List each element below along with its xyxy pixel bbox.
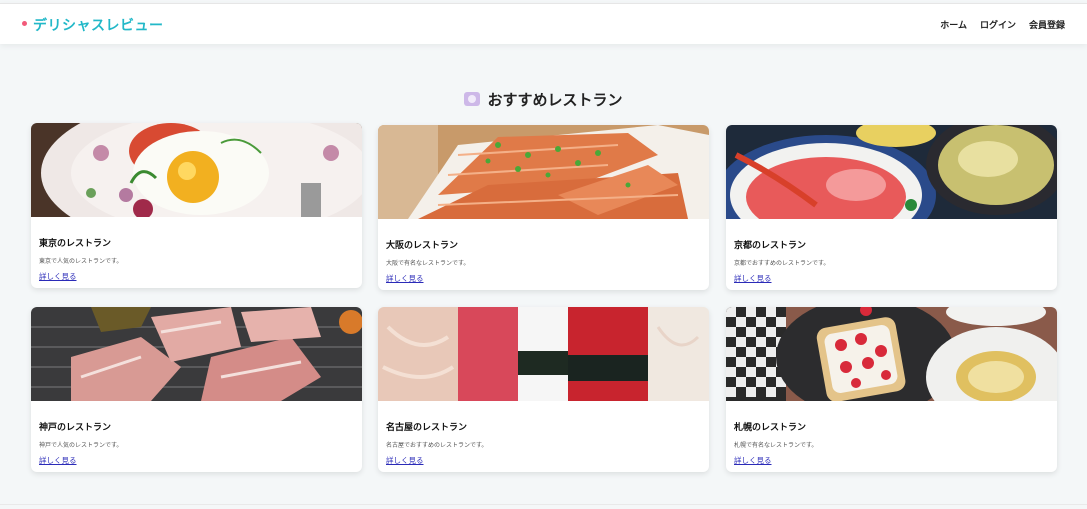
strawberry-toast-image[interactable]	[726, 307, 1057, 401]
restaurant-card[interactable]: 札幌のレストラン 札幌で有名なレストランです。 詳しく見る	[726, 307, 1057, 472]
logo-dot-icon	[22, 21, 27, 26]
details-link[interactable]: 詳しく見る	[386, 273, 424, 284]
bbq-pork-image[interactable]	[31, 307, 362, 401]
restaurant-name: 京都のレストラン	[734, 241, 807, 251]
restaurant-description: 神戸で人気のレストランです。	[39, 442, 123, 449]
nav-login-link[interactable]: ログイン	[980, 18, 1016, 31]
restaurant-name: 札幌のレストラン	[734, 423, 807, 433]
restaurant-card[interactable]: 名古屋のレストラン 名古屋でおすすめのレストランです。 詳しく見る	[378, 307, 709, 472]
details-link[interactable]: 詳しく見る	[734, 455, 772, 466]
restaurant-name: 大阪のレストラン	[386, 241, 459, 251]
restaurant-description: 京都でおすすめのレストランです。	[734, 260, 830, 267]
section-title: おすすめレストラン	[487, 90, 623, 109]
restaurant-description: 札幌で有名なレストランです。	[734, 442, 818, 449]
main-nav: ホーム ログイン 会員登録	[940, 18, 1065, 31]
restaurant-name: 東京のレストラン	[39, 239, 112, 249]
seafood-bowl-miso-image[interactable]	[726, 125, 1057, 219]
restaurant-card[interactable]: 京都のレストラン 京都でおすすめのレストランです。 詳しく見る	[726, 125, 1057, 290]
restaurant-card[interactable]: 神戸のレストラン 神戸で人気のレストランです。 詳しく見る	[31, 307, 362, 472]
details-link[interactable]: 詳しく見る	[39, 271, 77, 282]
details-link[interactable]: 詳しく見る	[39, 455, 77, 466]
details-link[interactable]: 詳しく見る	[386, 455, 424, 466]
restaurant-name: 名古屋のレストラン	[386, 423, 468, 433]
restaurant-description: 大阪で有名なレストランです。	[386, 260, 470, 267]
footer-divider	[0, 504, 1087, 505]
restaurant-name: 神戸のレストラン	[39, 423, 112, 433]
nav-home-link[interactable]: ホーム	[940, 18, 967, 31]
restaurant-card[interactable]: 大阪のレストラン 大阪で有名なレストランです。 詳しく見る	[378, 125, 709, 290]
details-link[interactable]: 詳しく見る	[734, 273, 772, 284]
site-logo[interactable]: デリシャスレビュー	[33, 15, 164, 35]
nav-register-link[interactable]: 会員登録	[1029, 18, 1065, 31]
plate-icon	[464, 92, 481, 106]
fried-egg-plate-image[interactable]	[31, 123, 362, 217]
sushi-image[interactable]	[378, 307, 709, 401]
grilled-salmon-image[interactable]	[378, 125, 709, 219]
section-heading: おすすめレストラン	[0, 88, 1087, 110]
restaurant-description: 東京で人気のレストランです。	[39, 258, 123, 265]
restaurant-description: 名古屋でおすすめのレストランです。	[386, 442, 488, 449]
restaurant-card[interactable]: 東京のレストラン 東京で人気のレストランです。 詳しく見る	[31, 123, 362, 288]
site-header: デリシャスレビュー ホーム ログイン 会員登録	[0, 3, 1087, 44]
